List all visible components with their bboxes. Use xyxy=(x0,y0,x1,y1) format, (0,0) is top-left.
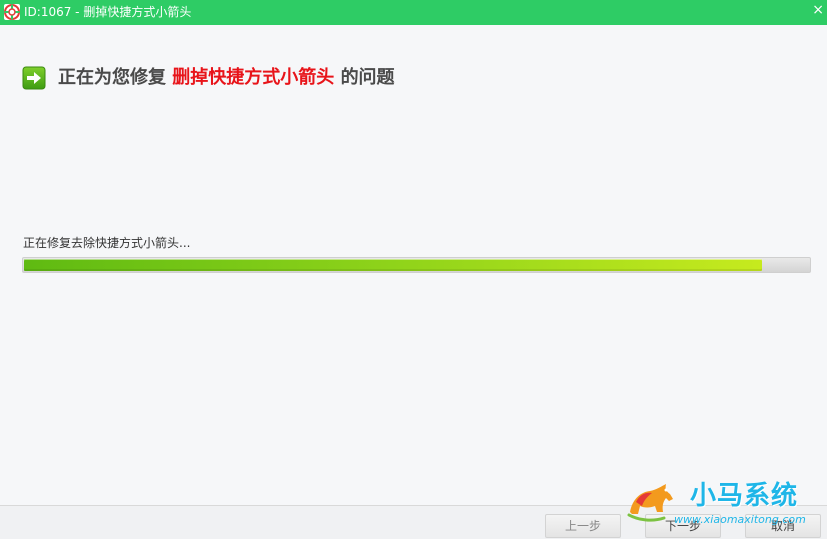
prev-button[interactable]: 上一步 xyxy=(545,514,621,538)
watermark-url: www.xiaomaxitong.com xyxy=(674,513,806,526)
heading-suffix: 的问题 xyxy=(340,67,395,88)
title-bar[interactable]: ID:1067 - 删掉快捷方式小箭头 × xyxy=(0,0,827,25)
window-title: ID:1067 - 删掉快捷方式小箭头 xyxy=(24,5,192,19)
close-icon[interactable]: × xyxy=(812,0,824,23)
progress-bar xyxy=(22,257,811,273)
horse-logo-icon xyxy=(626,482,676,526)
progress-fill xyxy=(24,259,762,271)
watermark: 小马系统 www.xiaomaxitong.com xyxy=(626,480,826,530)
right-arrow-icon xyxy=(22,66,46,90)
heading-highlight: 删掉快捷方式小箭头 xyxy=(172,67,335,88)
progress-status: 正在修复去除快捷方式小箭头... xyxy=(23,236,191,250)
heading-prefix: 正在为您修复 xyxy=(58,67,166,88)
repair-window: ID:1067 - 删掉快捷方式小箭头 × 正在为您修复 删掉快捷方式小箭头 的… xyxy=(0,0,827,539)
watermark-title: 小马系统 xyxy=(690,481,799,511)
heading-text: 正在为您修复 删掉快捷方式小箭头 的问题 xyxy=(58,64,395,92)
lifebuoy-icon xyxy=(4,4,20,20)
